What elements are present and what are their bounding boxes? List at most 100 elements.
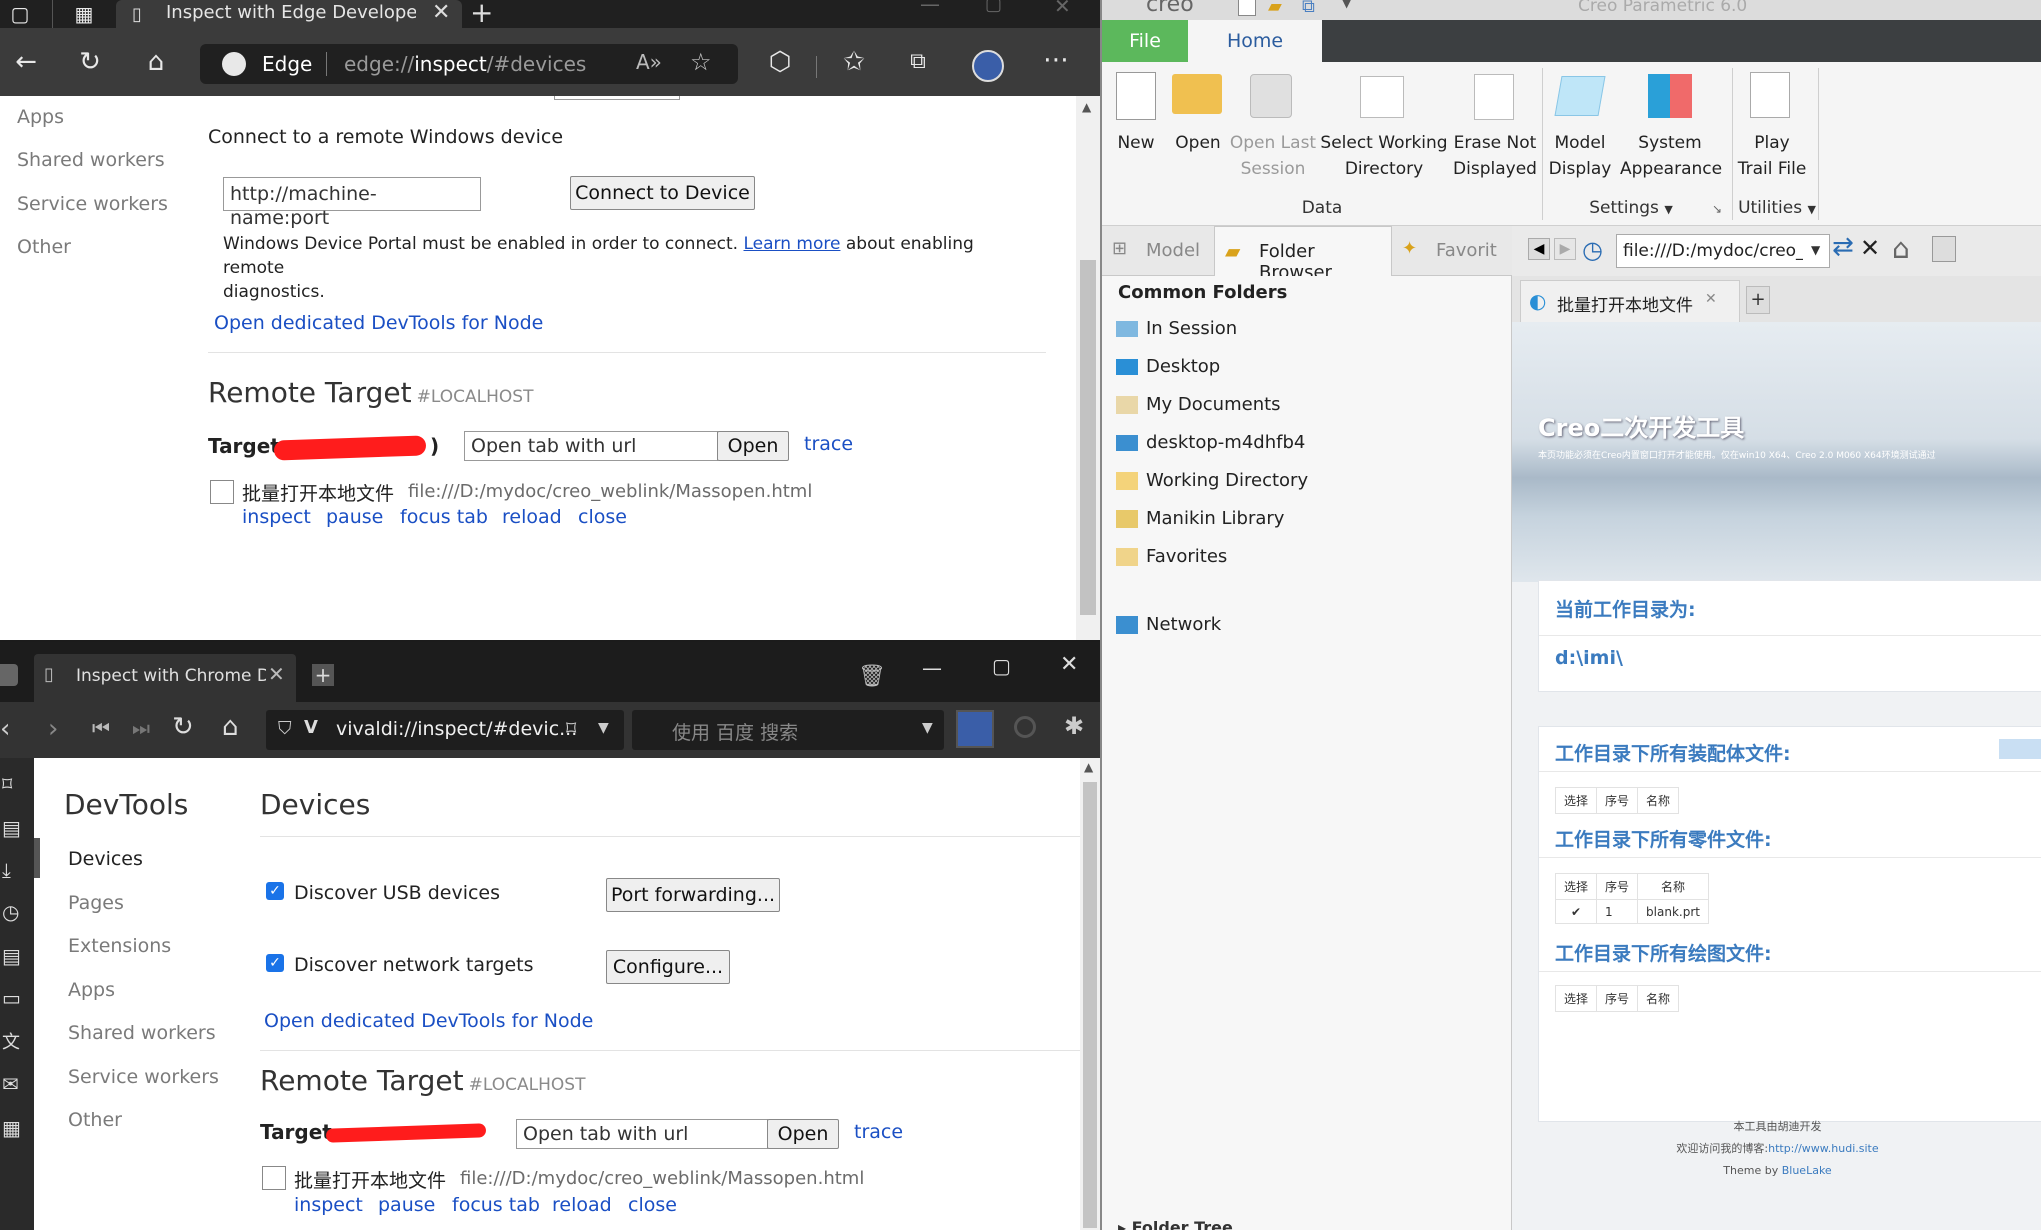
edge-active-tab[interactable]: ▯ Inspect with Edge Developer Too ✕ (116, 0, 462, 28)
rewind-icon[interactable]: ⏮ (92, 716, 110, 740)
reload-link[interactable]: reload (502, 506, 562, 528)
vivaldi-menu-icon[interactable] (0, 664, 18, 686)
downloads-icon[interactable]: ⤓ (2, 858, 11, 882)
new-button[interactable]: New (1106, 130, 1166, 156)
learn-more-link[interactable]: Learn more (744, 234, 841, 254)
mail-icon[interactable]: ✉ (2, 1072, 19, 1096)
home-icon[interactable]: ⌂ (1892, 232, 1910, 265)
browser-url-field[interactable]: file:///D:/mydoc/creo_weblink/ ▼ (1616, 234, 1830, 268)
sidebar-item-other[interactable]: Other (17, 236, 71, 258)
footer-blog-link[interactable]: http://www.hudi.site (1768, 1142, 1879, 1155)
machine-port-input[interactable]: http://machine-name:port (223, 177, 481, 229)
profile-avatar[interactable] (956, 710, 994, 748)
bookmarks-panel-icon[interactable]: ⌑ (2, 772, 12, 796)
web-tab[interactable]: ◐ 批量打开本地文件 ✕ (1520, 280, 1740, 322)
open-button[interactable]: Open (717, 431, 789, 461)
search-engine-dropdown-icon[interactable]: ▼ (922, 720, 933, 736)
home-icon[interactable]: ⌂ (222, 712, 239, 742)
back-icon[interactable]: ← (6, 42, 46, 82)
history-icon[interactable]: ◷ (1582, 236, 1603, 264)
folder-item-working-directory[interactable]: Working Directory (1116, 462, 1506, 500)
quick-access-dropdown-icon[interactable]: ▼ (1342, 0, 1351, 10)
new-tab-icon[interactable]: + (470, 0, 493, 29)
folder-item-network[interactable]: Network (1116, 606, 1221, 644)
system-appearance-button[interactable]: System Appearance (1620, 130, 1722, 182)
forward-icon[interactable]: › (48, 714, 58, 744)
settings-group[interactable]: Settings ▼ (1546, 198, 1716, 218)
sidebar-item-shared-workers[interactable]: Shared workers (68, 1022, 216, 1044)
close-link[interactable]: close (628, 1194, 677, 1216)
vivaldi-active-tab[interactable]: ▯ Inspect with Chrome D ✕ (34, 654, 296, 702)
folder-item-favorites[interactable]: Favorites (1116, 538, 1506, 576)
back-icon[interactable]: ◀ (1528, 238, 1550, 260)
trash-icon[interactable]: 🗑 (858, 664, 886, 689)
close-window-icon[interactable]: ✕ (1054, 0, 1071, 18)
close-tab-icon[interactable]: ✕ (268, 662, 285, 686)
select-working-directory-button[interactable]: Select Working Directory (1318, 130, 1450, 182)
open-node-devtools-link[interactable]: Open dedicated DevTools for Node (214, 312, 543, 334)
notes-icon[interactable]: ▤ (2, 944, 21, 968)
reading-list-icon[interactable]: ▤ (2, 816, 21, 840)
inspect-link[interactable]: inspect (294, 1194, 363, 1216)
discover-usb-checkbox[interactable]: ✓ (266, 882, 284, 900)
extensions-icon[interactable]: ✱ (1064, 712, 1084, 740)
bookmark-icon[interactable]: ⌑ (566, 716, 576, 740)
inspect-link[interactable]: inspect (242, 506, 311, 528)
discover-network-checkbox[interactable]: ✓ (266, 954, 284, 972)
focus-tab-link[interactable]: focus tab (400, 506, 488, 528)
translate-icon[interactable]: 文 (2, 1028, 20, 1054)
add-favorite-icon[interactable]: ☆ (690, 48, 712, 76)
edge-scroll-thumb[interactable] (1080, 260, 1096, 615)
folder-item-computer[interactable]: desktop-m4dhfb4 (1116, 424, 1506, 462)
refresh-icon[interactable]: ⇄ (1832, 232, 1854, 262)
scroll-up-icon[interactable]: ▲ (1084, 760, 1093, 774)
model-display-button[interactable]: Model Display (1544, 130, 1616, 182)
stop-icon[interactable]: ✕ (1860, 234, 1880, 262)
open-node-devtools-link[interactable]: Open dedicated DevTools for Node (264, 1010, 593, 1032)
close-web-tab-icon[interactable]: ✕ (1705, 291, 1717, 307)
favorites-tab[interactable]: Favorit (1436, 240, 1497, 261)
calendar-icon[interactable]: ▦ (2, 1116, 21, 1140)
file-tab[interactable]: File (1102, 20, 1188, 62)
window-panel-icon[interactable]: ▭ (2, 986, 21, 1010)
vivaldi-search-field[interactable]: 使用 百度 搜索 ▼ (632, 710, 944, 750)
model-tab[interactable]: Model (1146, 240, 1200, 261)
configure-button[interactable]: Configure... (606, 950, 730, 984)
save-quick-icon[interactable]: ⧉ (1302, 0, 1315, 17)
folder-item-my-documents[interactable]: My Documents (1116, 386, 1506, 424)
print-icon[interactable] (1932, 236, 1956, 262)
port-forwarding-button[interactable]: Port forwarding... (606, 878, 780, 912)
edge-address-bar[interactable]: Edge edge://inspect/#devices A» ☆ (200, 44, 738, 84)
footer-theme-link[interactable]: BlueLake (1782, 1164, 1832, 1177)
folder-browser-tab[interactable]: ▰ Folder Browser (1214, 226, 1392, 283)
maximize-icon[interactable]: ▢ (992, 654, 1011, 678)
assembly-scroll-stub[interactable] (1999, 739, 2041, 759)
history-icon[interactable]: ◷ (2, 900, 19, 924)
minimize-icon[interactable]: — (920, 0, 940, 16)
forward-icon[interactable]: ▶ (1554, 238, 1576, 260)
dropdown-icon[interactable]: ▼ (598, 720, 609, 736)
utilities-group[interactable]: Utilities ▼ (1734, 198, 1820, 218)
focus-tab-link[interactable]: focus tab (452, 1194, 540, 1216)
sidebar-item-devices[interactable]: Devices (68, 848, 143, 870)
open-button[interactable]: Open (1168, 130, 1228, 156)
scroll-up-icon[interactable]: ▲ (1082, 100, 1091, 114)
close-window-icon[interactable]: ✕ (1060, 652, 1078, 677)
open-button[interactable]: Open (767, 1119, 839, 1149)
open-tab-url-input[interactable]: Open tab with url (464, 431, 718, 461)
pause-link[interactable]: pause (378, 1194, 435, 1216)
settings-launcher-icon[interactable]: ↘ (1712, 202, 1722, 216)
refresh-icon[interactable]: ↻ (70, 42, 110, 82)
close-link[interactable]: close (578, 506, 627, 528)
reload-link[interactable]: reload (552, 1194, 612, 1216)
page-checkbox[interactable] (210, 480, 234, 504)
sidebar-item-other[interactable]: Other (68, 1109, 122, 1131)
vivaldi-scrollbar[interactable]: ▲ (1080, 758, 1100, 1230)
extensions-icon[interactable]: ⬡ (760, 42, 800, 82)
page-checkbox[interactable] (262, 1166, 286, 1190)
trace-link[interactable]: trace (854, 1121, 903, 1143)
profile-avatar[interactable] (972, 50, 1004, 82)
home-tab[interactable]: Home (1188, 20, 1322, 62)
open-quick-icon[interactable]: ▰ (1268, 0, 1282, 17)
folder-item-desktop[interactable]: Desktop (1116, 348, 1506, 386)
